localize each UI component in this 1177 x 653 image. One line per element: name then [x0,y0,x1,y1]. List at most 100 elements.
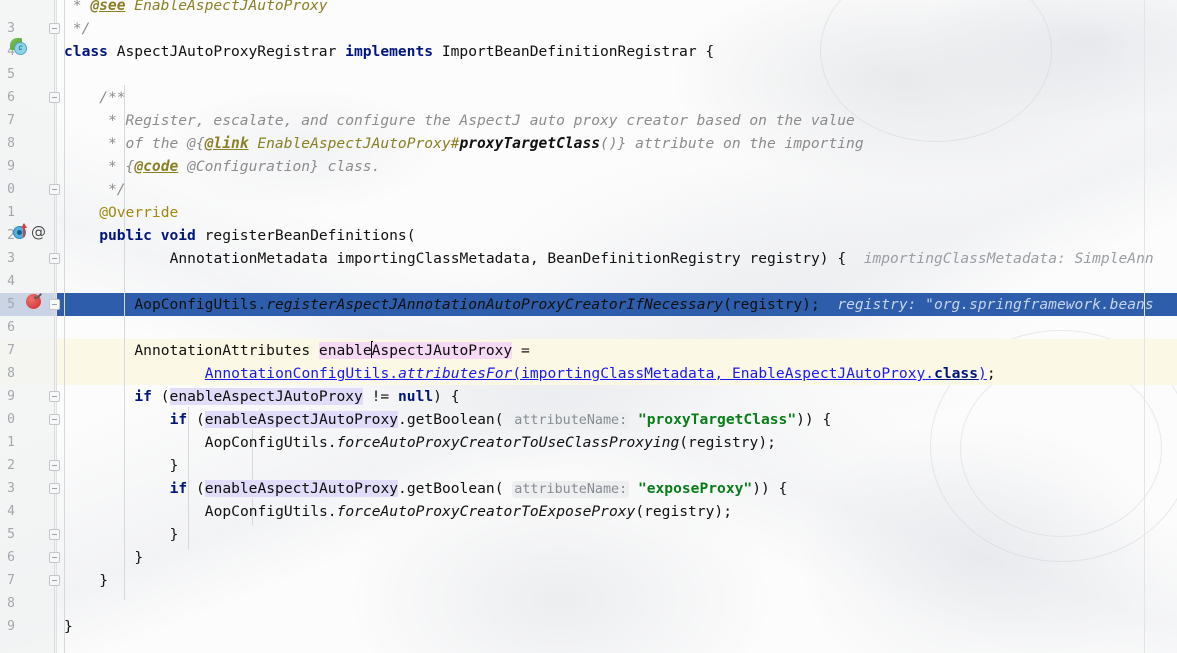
line-number: 8 [7,596,15,611]
code-token-ident: ) { [433,388,460,405]
line-number: 5 [7,527,15,542]
code-line[interactable]: class AspectJAutoProxyRegistrar implemen… [64,40,714,63]
fold-toggle-icon[interactable] [49,575,62,588]
code-token-link: (importingClassMetadata, EnableAspectJAu… [512,365,935,382]
code-token-ident: ( [187,480,205,497]
line-number: 0 [7,182,15,197]
code-token-ident: } [134,549,144,566]
code-token-hint: registry: "org.springframework.beans [837,296,1154,313]
code-token-usage: enableAspectJAutoProxy [169,388,363,405]
code-token-cmt: */ [99,181,126,198]
code-token-method: forceAutoProxyCreatorToUseClassProxying [336,434,680,451]
code-token-ident: != [362,388,398,405]
code-token-link: AnnotationConfigUtils. [204,365,399,382]
code-token-phint: attributeName: [512,481,630,498]
line-number: 3 [7,251,15,266]
code-token-kw: if [169,480,188,497]
line-number: 9 [7,389,15,404]
line-number: 3 [7,21,15,36]
code-line[interactable]: if (enableAspectJAutoProxy.getBoolean( a… [169,477,788,500]
code-line[interactable]: AnnotationMetadata importingClassMetadat… [170,247,1154,270]
code-line[interactable]: AopConfigUtils.registerAspectJAnnotation… [134,293,1153,316]
fold-toggle-icon[interactable] [49,414,62,427]
code-line[interactable]: @Override [99,201,178,224]
line-number: 6 [7,550,15,565]
code-token-ident: )) { [796,411,832,428]
code-line[interactable]: if (enableAspectJAutoProxy != null) { [134,385,460,408]
code-line[interactable]: * of the @{@link EnableAspectJAutoProxy#… [99,132,864,155]
line-number: 6 [7,90,15,105]
code-line[interactable]: AopConfigUtils.forceAutoProxyCreatorToEx… [205,500,732,523]
code-line[interactable]: * {@code @Configuration} class. [99,155,380,178]
code-line[interactable]: public void registerBeanDefinitions( [99,224,415,247]
code-token-ident [629,411,638,428]
code-line[interactable]: if (enableAspectJAutoProxy.getBoolean( a… [169,408,832,431]
fold-toggle-icon[interactable] [49,253,62,266]
fold-toggle-icon[interactable] [49,299,62,312]
class-marker-icon[interactable]: c [10,38,28,55]
code-token-ident: )) { [752,480,788,497]
fold-toggle-icon[interactable] [49,391,62,404]
breakpoint-verified-icon[interactable] [26,294,41,309]
code-token-ident: } [64,618,73,635]
line-number: 7 [7,573,15,588]
code-token-wrfr: AspectJAutoProxy [371,342,513,359]
code-token-usage: enableAspectJAutoProxy [204,411,399,428]
code-line[interactable]: AnnotationConfigUtils.attributesFor(impo… [205,362,996,385]
code-line[interactable]: */ [99,178,126,201]
code-token-usage: enableAspectJAutoProxy [204,480,399,497]
code-text-area[interactable]: * @see EnableAspectJAutoProxy */ class As… [56,0,1177,653]
code-line[interactable]: * @see EnableAspectJAutoProxy [64,0,328,17]
code-line[interactable]: } [99,569,108,592]
code-token-method: forceAutoProxyCreatorToExposeProxy [336,503,636,520]
fold-toggle-icon[interactable] [49,460,62,473]
code-token-kw: if [169,411,188,428]
line-number: 2 [7,458,15,473]
fold-toggle-icon[interactable] [49,92,62,105]
code-token-cmt: ()} attribute on the importing [600,135,864,152]
code-token-ident: AopConfigUtils. [204,503,337,520]
code-token-linkm: attributesFor [398,365,513,382]
fold-toggle-icon[interactable] [49,483,62,496]
line-number: 1 [7,435,15,450]
code-line[interactable]: */ [64,17,91,40]
code-token-kw: null [398,388,434,405]
code-line[interactable]: } [134,546,143,569]
code-line[interactable]: AopConfigUtils.forceAutoProxyCreatorToUs… [205,431,776,454]
code-token-jdtag: @link [204,135,249,152]
line-number [0,0,56,17]
code-token-link: ) [978,365,987,382]
line-number: 6 [7,320,15,335]
code-line[interactable]: } [64,615,73,638]
code-token-ident: } [169,457,179,474]
override-marker-icon[interactable] [13,223,27,239]
code-token-kw: public void [99,227,196,244]
line-number: 9 [7,619,15,634]
code-line[interactable]: /** [99,86,125,109]
code-line[interactable]: } [170,523,179,546]
line-number: 4 [7,44,15,59]
fold-toggle-icon[interactable] [49,184,62,197]
code-token-ident: .getBoolean( [398,480,513,497]
fold-toggle-icon[interactable] [49,23,62,36]
fold-toggle-icon[interactable] [49,552,62,565]
code-token-type: ImportBeanDefinitionRegistrar { [433,43,715,60]
line-number: 4 [7,504,15,519]
code-token-ident: AopConfigUtils. [134,296,267,313]
code-line[interactable]: * Register, escalate, and configure the … [99,109,855,132]
line-number: 7 [7,113,15,128]
code-token-cmt: * [64,0,91,14]
code-token-type: AnnotationAttributes [134,342,319,359]
code-token-ident: (registry); [723,296,838,313]
code-token-jdval: EnableAspectJAutoProxy# [248,135,460,152]
fold-toggle-icon[interactable] [49,529,62,542]
annotation-marker-icon[interactable]: @ [31,225,46,240]
code-token-ident: = [512,342,530,359]
line-number: 4 [7,274,15,289]
code-token-cmt: * { [99,158,135,175]
code-line[interactable]: } [170,454,179,477]
code-line[interactable]: AnnotationAttributes enableAspectJAutoPr… [134,339,530,362]
code-token-ident: } [99,572,108,589]
code-token-linkkw: class [934,365,979,382]
code-token-wrfr: enable [318,342,372,359]
